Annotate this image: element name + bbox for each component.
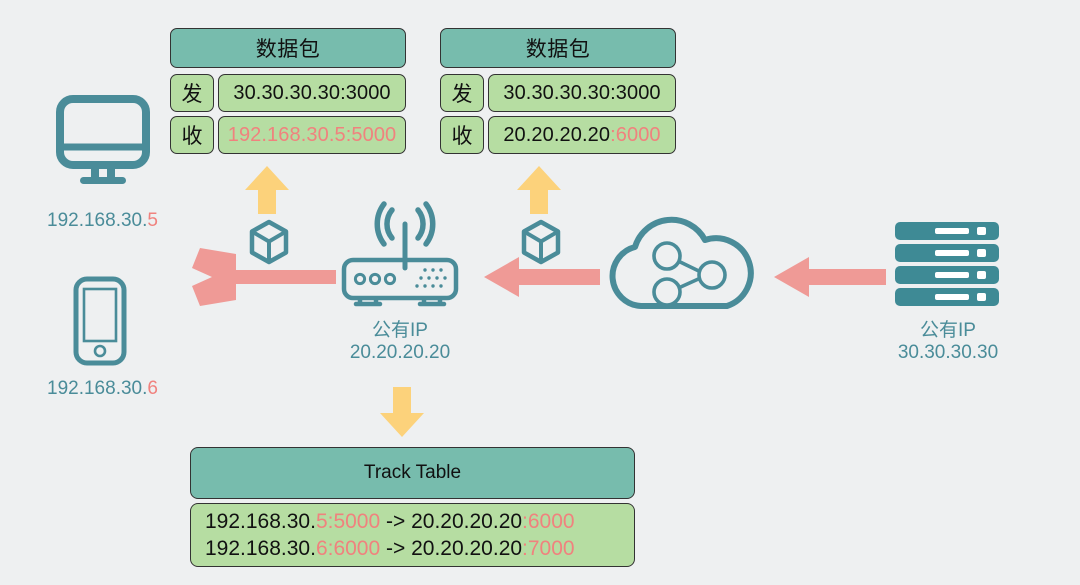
packet-left-row0-value: 30.30.30.30:3000 [218,74,406,112]
cloud-network-icon [605,216,760,313]
packet-right-row1-value: 20.20.20.20:6000 [488,116,676,154]
server-caption-line1: 公有IP [920,320,976,341]
packet-left-row1-value: 192.168.30.5:5000 [218,116,406,154]
packet-left-row0-label: 发 [170,74,214,112]
track-row-0-dst-prefix: 20.20.20.20 [411,510,523,533]
packet-right-title: 数据包 [440,28,676,68]
wifi-router-icon [330,198,470,308]
phone-ip-caption: 192.168.30.6 [0,378,205,400]
router-caption-line1: 公有IP [372,320,428,341]
packet-right-row1-value-black: 20.20.20.20 [503,123,611,146]
packet-left-row0-value-black: 30.30.30.30:3000 [233,81,391,104]
forked-arrow-left-icon [178,246,336,308]
track-row-1-src-suffix: 6:6000 [315,537,381,560]
server-caption-line2: 30.30.30.30 [897,342,999,363]
track-row-0-arrow: -> [380,510,412,533]
desktop-monitor-icon [55,95,151,187]
desktop-ip-prefix: 192.168.30. [47,210,148,231]
track-row-1-src-prefix: 192.168.30. [205,537,316,560]
track-row-0-src-suffix: 5:5000 [315,510,381,533]
desktop-ip-suffix: 5 [147,210,158,231]
router-caption: 公有IP 20.20.20.20 [300,315,500,364]
server-caption: 公有IP 30.30.30.30 [858,315,1038,364]
arrow-left-icon-cloud-router [484,257,600,297]
track-row-0-dst-suffix: :6000 [522,510,575,533]
track-row-1-arrow: -> [380,537,412,560]
track-table-body: 192.168.30.5:5000 -> 20.20.20.20:6000 19… [190,503,635,567]
track-row-1-dst-prefix: 20.20.20.20 [411,537,523,560]
track-row-0-src-prefix: 192.168.30. [205,510,316,533]
packet-right-row1-label: 收 [440,116,484,154]
router-caption-line2: 20.20.20.20 [349,342,451,363]
packet-right-row0-value: 30.30.30.30:3000 [488,74,676,112]
server-stack-icon [895,222,999,308]
desktop-ip-caption: 192.168.30.5 [0,210,205,232]
arrow-up-icon-left [244,166,290,214]
track-table-row: 192.168.30.6:6000 -> 20.20.20.20:7000 [205,535,634,562]
phone-ip-suffix: 6 [147,378,158,399]
packet-left-title: 数据包 [170,28,406,68]
track-row-1-dst-suffix: :7000 [522,537,575,560]
packet-right-row0-label: 发 [440,74,484,112]
arrow-left-icon-server-cloud [774,257,886,297]
track-table-row: 192.168.30.5:5000 -> 20.20.20.20:6000 [205,508,634,535]
diagram-canvas: 数据包 发 30.30.30.30:3000 收 192.168.30.5:50… [0,0,1080,585]
packet-right-row0-value-black: 30.30.30.30:3000 [503,81,661,104]
packet-right-row1-value-red: :6000 [610,123,661,146]
arrow-up-icon-right [516,166,562,214]
phone-ip-prefix: 192.168.30. [47,378,148,399]
track-table-title: Track Table [190,447,635,499]
packet-left-row1-value-red: 192.168.30.5:5000 [227,123,397,146]
mobile-phone-icon [72,275,128,367]
packet-left-row1-label: 收 [170,116,214,154]
arrow-down-icon-track-table [379,387,425,437]
